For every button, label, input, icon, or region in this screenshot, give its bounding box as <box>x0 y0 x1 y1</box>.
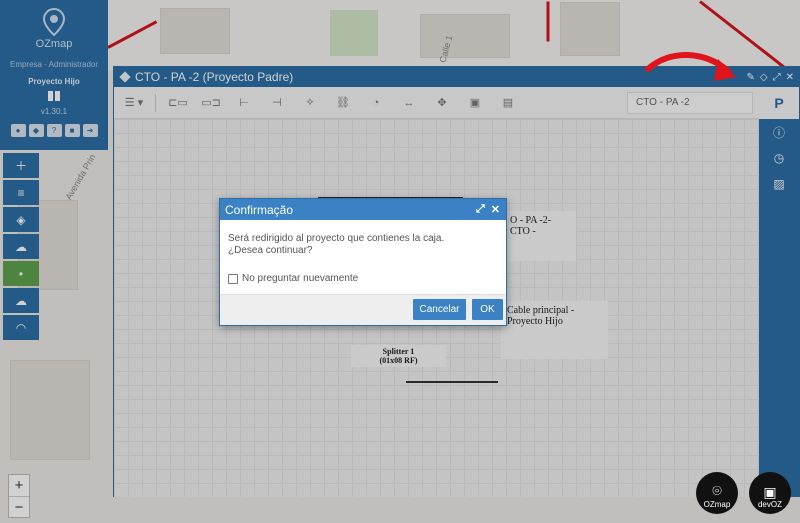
dont-ask-again-row[interactable]: No preguntar nuevamente <box>228 273 498 285</box>
dont-ask-again-label[interactable]: No preguntar nuevamente <box>242 273 358 285</box>
annotation-arrow-icon <box>645 52 736 81</box>
ok-button[interactable]: OK <box>472 299 503 320</box>
box-icon: ▣ <box>763 484 777 500</box>
map-pin-icon: ⌾ <box>712 483 722 500</box>
dont-ask-again-checkbox[interactable] <box>228 274 238 284</box>
devoz-badge-label: devOZ <box>757 500 782 509</box>
devoz-badge[interactable]: ▣ devOZ <box>749 472 791 514</box>
dialog-body: Será redirigido al proyecto que contiene… <box>220 220 506 285</box>
dialog-message: Será redirigido al proyecto que contiene… <box>228 233 445 244</box>
ozmap-badge-label: OZmap <box>703 500 731 509</box>
close-icon[interactable]: ✕ <box>491 203 500 216</box>
dialog-question: ¿Desea continuar? <box>228 245 313 256</box>
maximize-icon[interactable]: ⤢ <box>476 203 485 216</box>
cancel-button[interactable]: Cancelar <box>413 299 466 320</box>
dialog-footer: Cancelar OK <box>220 294 506 325</box>
confirmation-dialog: Confirmação ⤢ ✕ Será redirigido al proye… <box>219 198 507 326</box>
dialog-header[interactable]: Confirmação ⤢ ✕ <box>220 199 506 220</box>
dialog-title: Confirmação <box>225 202 294 217</box>
ozmap-badge[interactable]: ⌾ OZmap <box>696 472 738 514</box>
